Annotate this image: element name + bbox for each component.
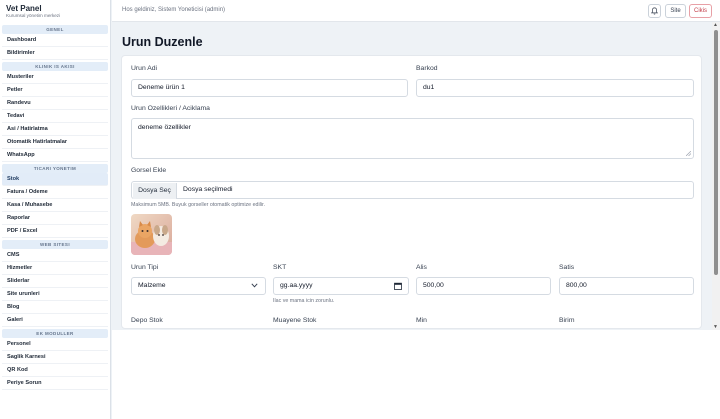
type-label: Urun Tipi (131, 264, 159, 271)
page-scrollbar[interactable]: ▲ ▼ (712, 22, 720, 330)
bell-icon (650, 7, 659, 15)
scroll-thumb[interactable] (714, 30, 718, 275)
resize-handle-icon[interactable] (686, 151, 691, 156)
page-title: Urun Duzenle (122, 35, 203, 49)
sidebar-item[interactable]: Bildirimler (2, 47, 108, 60)
exam-stock-label: Muayene Stok (273, 317, 317, 324)
buy-price-label: Alis (416, 264, 427, 271)
type-selected-value: Malzeme (138, 282, 166, 289)
sidebar-item[interactable]: Asi / Hatirlatma (2, 123, 108, 136)
notifications-button[interactable] (648, 4, 661, 18)
sidebar-item[interactable]: Stok (2, 173, 108, 186)
sidebar-section-header: EK MODULLER (2, 329, 108, 338)
sidebar-item[interactable]: Otomatik Hatirlatmalar (2, 136, 108, 149)
sidebar: Vet Panel Kurumsal yönetim merkezi GENEL… (0, 0, 111, 419)
sidebar-item[interactable]: Blog (2, 301, 108, 314)
sidebar-section-header: WEB SITESI (2, 240, 108, 249)
unit-label: Birim (559, 317, 575, 324)
sidebar-item[interactable]: Kasa / Muhasebe (2, 199, 108, 212)
sidebar-item[interactable]: Dashboard (2, 34, 108, 47)
skt-label: SKT (273, 264, 287, 271)
sidebar-item[interactable]: Galeri (2, 314, 108, 327)
image-hint: Maksimum 5MB. Buyuk gorseller otomatik o… (131, 202, 265, 208)
sidebar-item[interactable]: Musteriler (2, 71, 108, 84)
logout-button[interactable]: Cikis (689, 4, 712, 18)
barcode-input[interactable]: du1 (416, 79, 694, 97)
product-image-thumbnail (131, 214, 172, 255)
depot-stock-label: Depo Stok (131, 317, 163, 324)
sidebar-item[interactable]: Randevu (2, 97, 108, 110)
sidebar-section-header: TICARI YONETIM (2, 164, 108, 173)
topbar: Hos geldiniz, Sistem Yoneticisi (admin) … (112, 0, 720, 22)
welcome-text: Hos geldiniz, Sistem Yoneticisi (admin) (122, 7, 226, 13)
image-label: Gorsel Ekle (131, 167, 167, 174)
sidebar-item[interactable]: Sliderlar (2, 275, 108, 288)
sidebar-item[interactable]: Fatura / Odeme (2, 186, 108, 199)
sidebar-item[interactable]: QR Kod (2, 364, 108, 377)
sidebar-item[interactable]: Petler (2, 84, 108, 97)
min-stock-label: Min (416, 317, 427, 324)
barcode-label: Barkod (416, 65, 438, 72)
description-text: deneme özellikler (138, 124, 191, 131)
description-textarea[interactable]: deneme özellikler (131, 118, 694, 159)
skt-date-input[interactable]: gg.aa.yyyy (273, 277, 409, 295)
buy-price-input[interactable]: 500,00 (416, 277, 551, 295)
brand-subtitle: Kurumsal yönetim merkezi (6, 13, 61, 18)
name-input[interactable]: Deneme ürün 1 (131, 79, 408, 97)
calendar-icon[interactable] (394, 282, 402, 290)
sidebar-item[interactable]: PDF / Excel (2, 225, 108, 238)
file-status-text: Dosya seçilmedi (183, 186, 233, 193)
type-select[interactable]: Malzeme (131, 277, 266, 295)
product-form: Urun Adi Deneme ürün 1 Barkod du1 Urun O… (121, 55, 702, 329)
site-button[interactable]: Site (665, 4, 686, 18)
sidebar-item[interactable]: Site urunleri (2, 288, 108, 301)
skt-hint: Ilac ve mama icin zorunlu. (273, 298, 335, 304)
sidebar-item[interactable]: Hizmetler (2, 262, 108, 275)
sidebar-item[interactable]: CMS (2, 249, 108, 262)
sidebar-item[interactable]: Personel (2, 338, 108, 351)
scroll-up-icon[interactable]: ▲ (713, 22, 718, 28)
sidebar-item[interactable]: Saglik Karnesi (2, 351, 108, 364)
sidebar-nav: GENEL Dashboard Bildirimler KLINIK IS AKISI… (0, 25, 110, 390)
brand: Vet Panel Kurumsal yönetim merkezi (0, 0, 110, 23)
blank-area (112, 330, 720, 419)
image-file-input[interactable]: Dosya Seç Dosya seçilmedi (131, 181, 694, 199)
sell-price-input[interactable]: 800,00 (559, 277, 694, 295)
sidebar-item[interactable]: Tedavi (2, 110, 108, 123)
skt-placeholder: gg.aa.yyyy (280, 282, 313, 289)
cat-dog-photo (131, 214, 172, 255)
description-label: Urun Ozellikleri / Aciklama (131, 105, 210, 112)
chevron-down-icon (251, 283, 258, 288)
sidebar-item[interactable]: WhatsApp (2, 149, 108, 162)
name-label: Urun Adi (131, 65, 158, 72)
sidebar-item[interactable]: Raporlar (2, 212, 108, 225)
app-root: Vet Panel Kurumsal yönetim merkezi GENEL… (0, 0, 720, 419)
sidebar-item[interactable]: Periye Sorun (2, 377, 108, 390)
choose-file-button[interactable]: Dosya Seç (133, 183, 177, 199)
sidebar-section-header: KLINIK IS AKISI (2, 62, 108, 71)
sidebar-section-header: GENEL (2, 25, 108, 34)
brand-title: Vet Panel (6, 4, 42, 13)
sell-price-label: Satis (559, 264, 575, 271)
